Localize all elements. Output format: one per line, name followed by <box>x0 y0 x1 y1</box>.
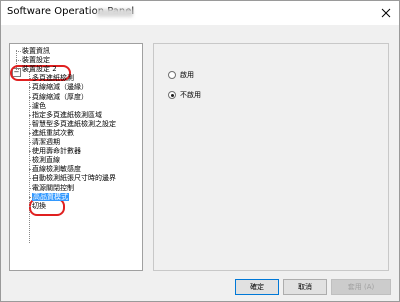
tree-connector <box>29 87 33 89</box>
software-operation-panel-window: Software Operation Panel − 裝置資訊 裝置設定 裝置設定 … <box>0 0 400 302</box>
tree-node-label: 裝置資訊 <box>22 47 50 55</box>
tree-connector <box>29 160 33 162</box>
tree-node-label: 進紙重試次數 <box>32 128 74 137</box>
tree-node-label: 使用壽命計數器 <box>32 147 81 156</box>
tree-node-label: 電源關閉控制 <box>32 183 74 192</box>
tree-connector <box>29 105 33 107</box>
tree-node[interactable]: 裝置設定 <box>22 56 50 64</box>
radio-disable[interactable]: 不啟用 <box>168 90 201 100</box>
tree-connector <box>29 187 33 189</box>
tree-connector <box>29 132 33 134</box>
tree-node[interactable]: 進紙重試次數 <box>32 129 74 137</box>
tree-node-label: 多頁進紙檢測 <box>32 74 74 83</box>
radio-disable-label: 不啟用 <box>180 91 201 99</box>
tree-connector <box>16 69 21 71</box>
tree-node[interactable]: 清潔週期 <box>32 138 60 146</box>
tree-node-label: 自動檢測紙張尺寸時的邊界 <box>32 174 116 183</box>
tree-node-label: 檢測直線 <box>32 156 60 165</box>
close-button[interactable] <box>375 3 397 23</box>
tree-node[interactable]: 裝置資訊 <box>22 47 50 55</box>
tree-node[interactable]: 使用壽命計數器 <box>32 147 81 155</box>
tree-connector <box>29 96 33 98</box>
ok-button[interactable]: 確定 <box>235 279 279 295</box>
tree-node[interactable]: 濾色 <box>32 102 46 110</box>
tree-node[interactable]: 檢測直線 <box>32 156 60 164</box>
radio-enable-circle[interactable] <box>168 71 176 79</box>
blurred-title-suffix <box>97 9 133 17</box>
tree-node[interactable]: 裝置設定 2 <box>22 65 57 73</box>
tree-node[interactable]: 頁線縮減（厚度） <box>32 93 88 101</box>
tree-connector <box>29 114 33 116</box>
tree-connector <box>29 169 33 171</box>
title-bar[interactable]: Software Operation Panel <box>1 1 399 25</box>
tree-connector <box>29 196 33 198</box>
tree-node-label: 切換 <box>32 201 46 210</box>
tree-node[interactable]: 頁線縮減（邊緣） <box>32 83 88 91</box>
tree-node-label: 裝置設定 2 <box>22 65 57 74</box>
settings-tree[interactable]: − 裝置資訊 裝置設定 裝置設定 2 多頁進紙檢測 頁線縮減（邊緣） 頁線縮減（厚度） 濾色… <box>9 43 143 271</box>
tree-connector <box>29 151 33 153</box>
tree-node[interactable]: 智慧型多頁進紙檢測之設定 <box>32 120 116 128</box>
tree-connector <box>29 178 33 180</box>
tree-node[interactable]: 切換 <box>32 202 46 210</box>
tree-node-label: 清潔週期 <box>32 138 60 146</box>
tree-node-label: 智慧型多頁進紙檢測之設定 <box>32 119 116 128</box>
tree-node-label: 指定多頁進紙檢測區域 <box>32 110 102 119</box>
close-icon <box>381 8 391 18</box>
tree-connector <box>16 51 21 52</box>
radio-enable[interactable]: 啟用 <box>168 70 194 80</box>
cancel-button[interactable]: 取消 <box>283 279 327 295</box>
tree-connector <box>29 78 33 80</box>
tree-node[interactable]: 多頁進紙檢測 <box>32 74 74 82</box>
tree-node-label: 高品質模式 <box>32 192 69 201</box>
tree-node[interactable]: 直線檢測敏感度 <box>32 165 81 173</box>
tree-connector <box>29 205 33 207</box>
tree-node-label: 頁線縮減（厚度） <box>32 92 88 101</box>
radio-enable-label: 啟用 <box>180 71 194 79</box>
tree-node-label: 頁線縮減（邊緣） <box>32 83 88 92</box>
tree-node-label: 裝置設定 <box>22 56 50 65</box>
option-panel: 啟用 不啟用 <box>153 43 389 271</box>
tree-node[interactable]: 自動檢測紙張尺寸時的邊界 <box>32 174 116 182</box>
tree-node-label: 直線檢測敏感度 <box>32 165 81 174</box>
radio-disable-circle[interactable] <box>168 91 176 99</box>
tree-node-label: 濾色 <box>32 101 46 110</box>
tree-node[interactable]: 指定多頁進紙檢測區域 <box>32 111 102 119</box>
tree-connector <box>29 142 33 143</box>
tree-node[interactable]: 高品質模式 <box>32 192 69 201</box>
tree-connector <box>29 123 33 125</box>
tree-connector <box>16 60 21 62</box>
apply-button[interactable]: 套用 (A) <box>331 279 391 295</box>
tree-node[interactable]: 電源關閉控制 <box>32 184 74 192</box>
